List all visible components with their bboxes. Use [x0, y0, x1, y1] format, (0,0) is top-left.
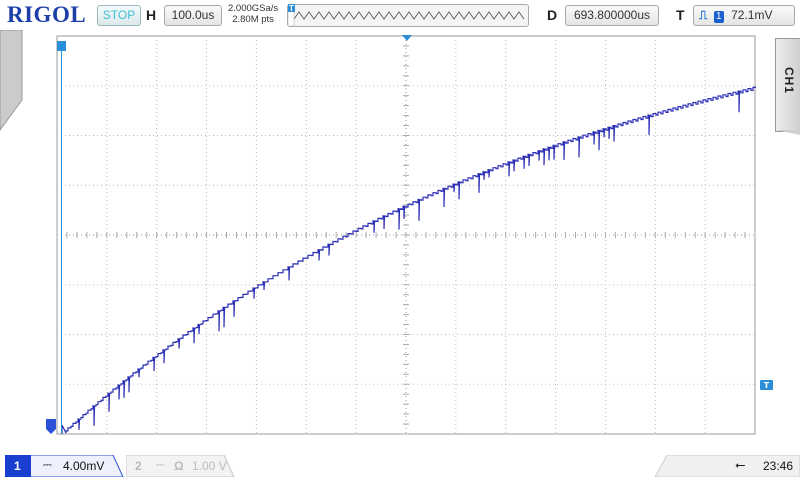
memory-overview: [287, 4, 529, 27]
delay-label: D: [547, 7, 558, 23]
trigger-level-marker[interactable]: T: [760, 380, 773, 390]
run-stop-status[interactable]: STOP: [97, 5, 141, 26]
trigger-position-marker[interactable]: [402, 35, 412, 41]
trigger-label: T: [676, 7, 685, 23]
ch1-number: 1: [14, 459, 21, 473]
delay-value[interactable]: 693.800000us: [565, 5, 659, 26]
graticule: [56, 35, 756, 435]
system-tray: ⭠ 23:46: [655, 455, 800, 477]
memory-start-marker: [57, 41, 66, 434]
bottom-status-bar: 1 ⎓ 4.00mV 2 ⎓ Ω 1.00 V ⭠ 23:46: [0, 452, 800, 480]
top-status-bar: RIGOL STOP H 100.0us 2.000GSa/s 2.80M pt…: [0, 0, 800, 30]
ch2-coupling-dc-icon: ⎓: [156, 459, 165, 471]
ch1-status[interactable]: 1 ⎓ 4.00mV: [5, 455, 125, 477]
ch2-status[interactable]: 2 ⎓ Ω 1.00 V: [126, 455, 246, 477]
ch2-scale: 1.00 V: [192, 459, 227, 473]
ch2-number: 2: [135, 459, 142, 473]
memory-waveform-preview: [287, 4, 525, 27]
timebase-label: H: [146, 7, 157, 23]
ch2-impedance-icon: Ω: [174, 459, 184, 473]
trigger-settings[interactable]: ⎍ 1 72.1mV: [693, 5, 795, 26]
memory-trigger-marker: T: [288, 4, 295, 13]
clock: 23:46: [763, 459, 794, 473]
sample-rate: 2.000GSa/s: [228, 3, 279, 14]
rigol-logo: RIGOL: [7, 2, 87, 27]
timebase-value[interactable]: 100.0us: [164, 5, 222, 26]
usb-icon: ⭠: [735, 457, 746, 472]
ch1-offset-marker[interactable]: [46, 419, 56, 434]
acquisition-info: 2.000GSa/s 2.80M pts: [228, 3, 278, 25]
trigger-source-badge: 1: [713, 11, 724, 23]
trigger-edge-icon: ⎍: [699, 8, 708, 22]
ch1-coupling-dc-icon: ⎓: [43, 459, 52, 471]
svg-text:T: T: [764, 381, 770, 390]
memory-depth: 2.80M pts: [232, 14, 274, 25]
ch1-waveform-trace: [61, 86, 756, 434]
waveform-display[interactable]: T: [0, 30, 800, 452]
trigger-level: 72.1mV: [731, 8, 773, 22]
ch1-scale: 4.00mV: [63, 459, 105, 473]
